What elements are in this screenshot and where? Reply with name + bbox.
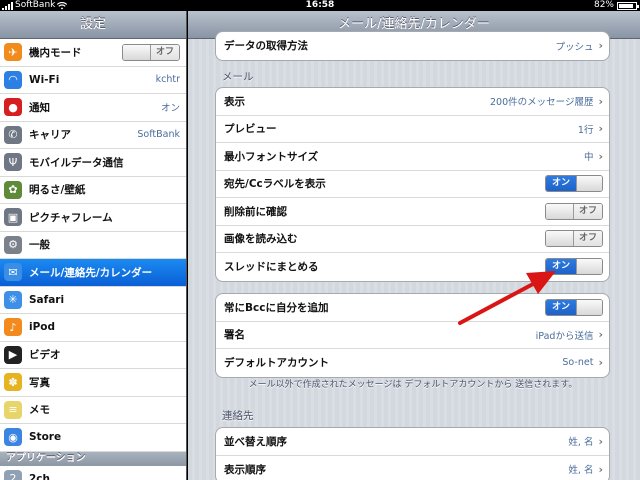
sidebar-item-app-0[interactable]: 2 2ch: [0, 465, 186, 480]
sidebar-item-1[interactable]: ◠ Wi-Fi kchtr: [0, 66, 186, 94]
sidebar-item-label: メモ: [29, 404, 50, 417]
sidebar-item-label: 一般: [29, 239, 50, 252]
wifi-icon: ◠: [4, 70, 22, 89]
sidebar-item-value: オン: [160, 103, 180, 115]
sidebar-item-label: ビデオ: [29, 349, 61, 362]
sidebar-item-label: Store: [29, 431, 62, 444]
sidebar-item-14[interactable]: ◉ Store: [0, 424, 186, 452]
sidebar-title: 設定: [0, 11, 186, 39]
toggle-knob: [123, 44, 151, 60]
phone-icon: ✆: [4, 125, 22, 144]
sidebar-item-label: 明るさ/壁紙: [29, 184, 86, 197]
sidebar-item-label: 通知: [29, 101, 50, 114]
mail-icon: ✉: [4, 263, 22, 282]
sidebar-item-9[interactable]: ✳ Safari: [0, 286, 186, 314]
applications-section-header: アプリケーション: [0, 451, 186, 466]
brightness-icon: ✿: [4, 180, 22, 199]
airplane-icon: ✈: [4, 43, 22, 62]
video-icon: ▶: [4, 345, 22, 364]
sidebar-item-5[interactable]: ✿ 明るさ/壁紙: [0, 176, 186, 204]
detail-pane: メール/連絡先/カレンダー データの取得方法 プッシュ › メール 表示 200件のメ…: [188, 11, 640, 480]
sidebar-item-10[interactable]: ♪ iPod: [0, 314, 186, 342]
sidebar-item-label: モバイルデータ通信: [29, 156, 124, 169]
sidebar-item-label: 写真: [29, 376, 50, 389]
settings-sidebar: 設定 ✈ 機内モード オフ ◠ Wi-Fi kchtr ● 通知 オン ✆ キャリア SoftBank…: [0, 11, 187, 480]
sidebar-item-2[interactable]: ● 通知 オン: [0, 94, 186, 122]
safari-icon: ✳: [4, 290, 22, 309]
sidebar-item-label: 2ch: [29, 472, 51, 480]
battery-icon: [617, 2, 639, 10]
sidebar-item-3[interactable]: ✆ キャリア SoftBank: [0, 121, 186, 149]
red-arrow-annotation: [458, 271, 556, 325]
sidebar-item-0[interactable]: ✈ 機内モード オフ: [0, 39, 186, 67]
notification-icon: ●: [4, 98, 22, 117]
photos-icon: ✽: [4, 373, 22, 392]
sidebar-item-13[interactable]: ≡ メモ: [0, 396, 186, 424]
app-2ch-icon: 2: [4, 469, 22, 480]
sidebar-item-11[interactable]: ▶ ビデオ: [0, 341, 186, 369]
ipod-icon: ♪: [4, 318, 22, 337]
sidebar-item-label: 機内モード: [29, 46, 82, 59]
sidebar-list: ✈ 機内モード オフ ◠ Wi-Fi kchtr ● 通知 オン ✆ キャリア SoftBank Ψ モバ…: [0, 39, 186, 480]
store-icon: ◉: [4, 428, 22, 447]
status-bar: SoftBank 16:58 82%: [0, 0, 640, 11]
toggle-label: オフ: [151, 44, 179, 60]
gear-icon: ⚙: [4, 235, 22, 254]
antenna-icon: Ψ: [4, 153, 22, 172]
sidebar-item-label: iPod: [29, 321, 56, 334]
sidebar-item-7[interactable]: ⚙ 一般: [0, 231, 186, 259]
battery-indicator: 82%: [593, 0, 639, 11]
sidebar-item-value: kchtr: [155, 74, 180, 86]
status-time: 16:58: [305, 0, 335, 10]
sidebar-item-label: キャリア: [29, 129, 71, 142]
sidebar-item-4[interactable]: Ψ モバイルデータ通信: [0, 149, 186, 177]
battery-percent: 82%: [593, 0, 614, 10]
airplane-mode-toggle[interactable]: オフ: [122, 43, 180, 61]
sidebar-item-6[interactable]: ▣ ピクチャフレーム: [0, 204, 186, 232]
sidebar-item-value: SoftBank: [137, 129, 180, 141]
sidebar-item-12[interactable]: ✽ 写真: [0, 369, 186, 397]
sidebar-item-label: ピクチャフレーム: [29, 211, 113, 224]
notes-icon: ≡: [4, 400, 22, 419]
sidebar-item-label: メール/連絡先/カレンダー: [29, 266, 153, 279]
picture-frame-icon: ▣: [4, 208, 22, 227]
sidebar-item-label: Safari: [29, 293, 65, 306]
sidebar-item-label: Wi-Fi: [29, 73, 60, 86]
sidebar-item-8[interactable]: ✉ メール/連絡先/カレンダー: [0, 259, 186, 287]
